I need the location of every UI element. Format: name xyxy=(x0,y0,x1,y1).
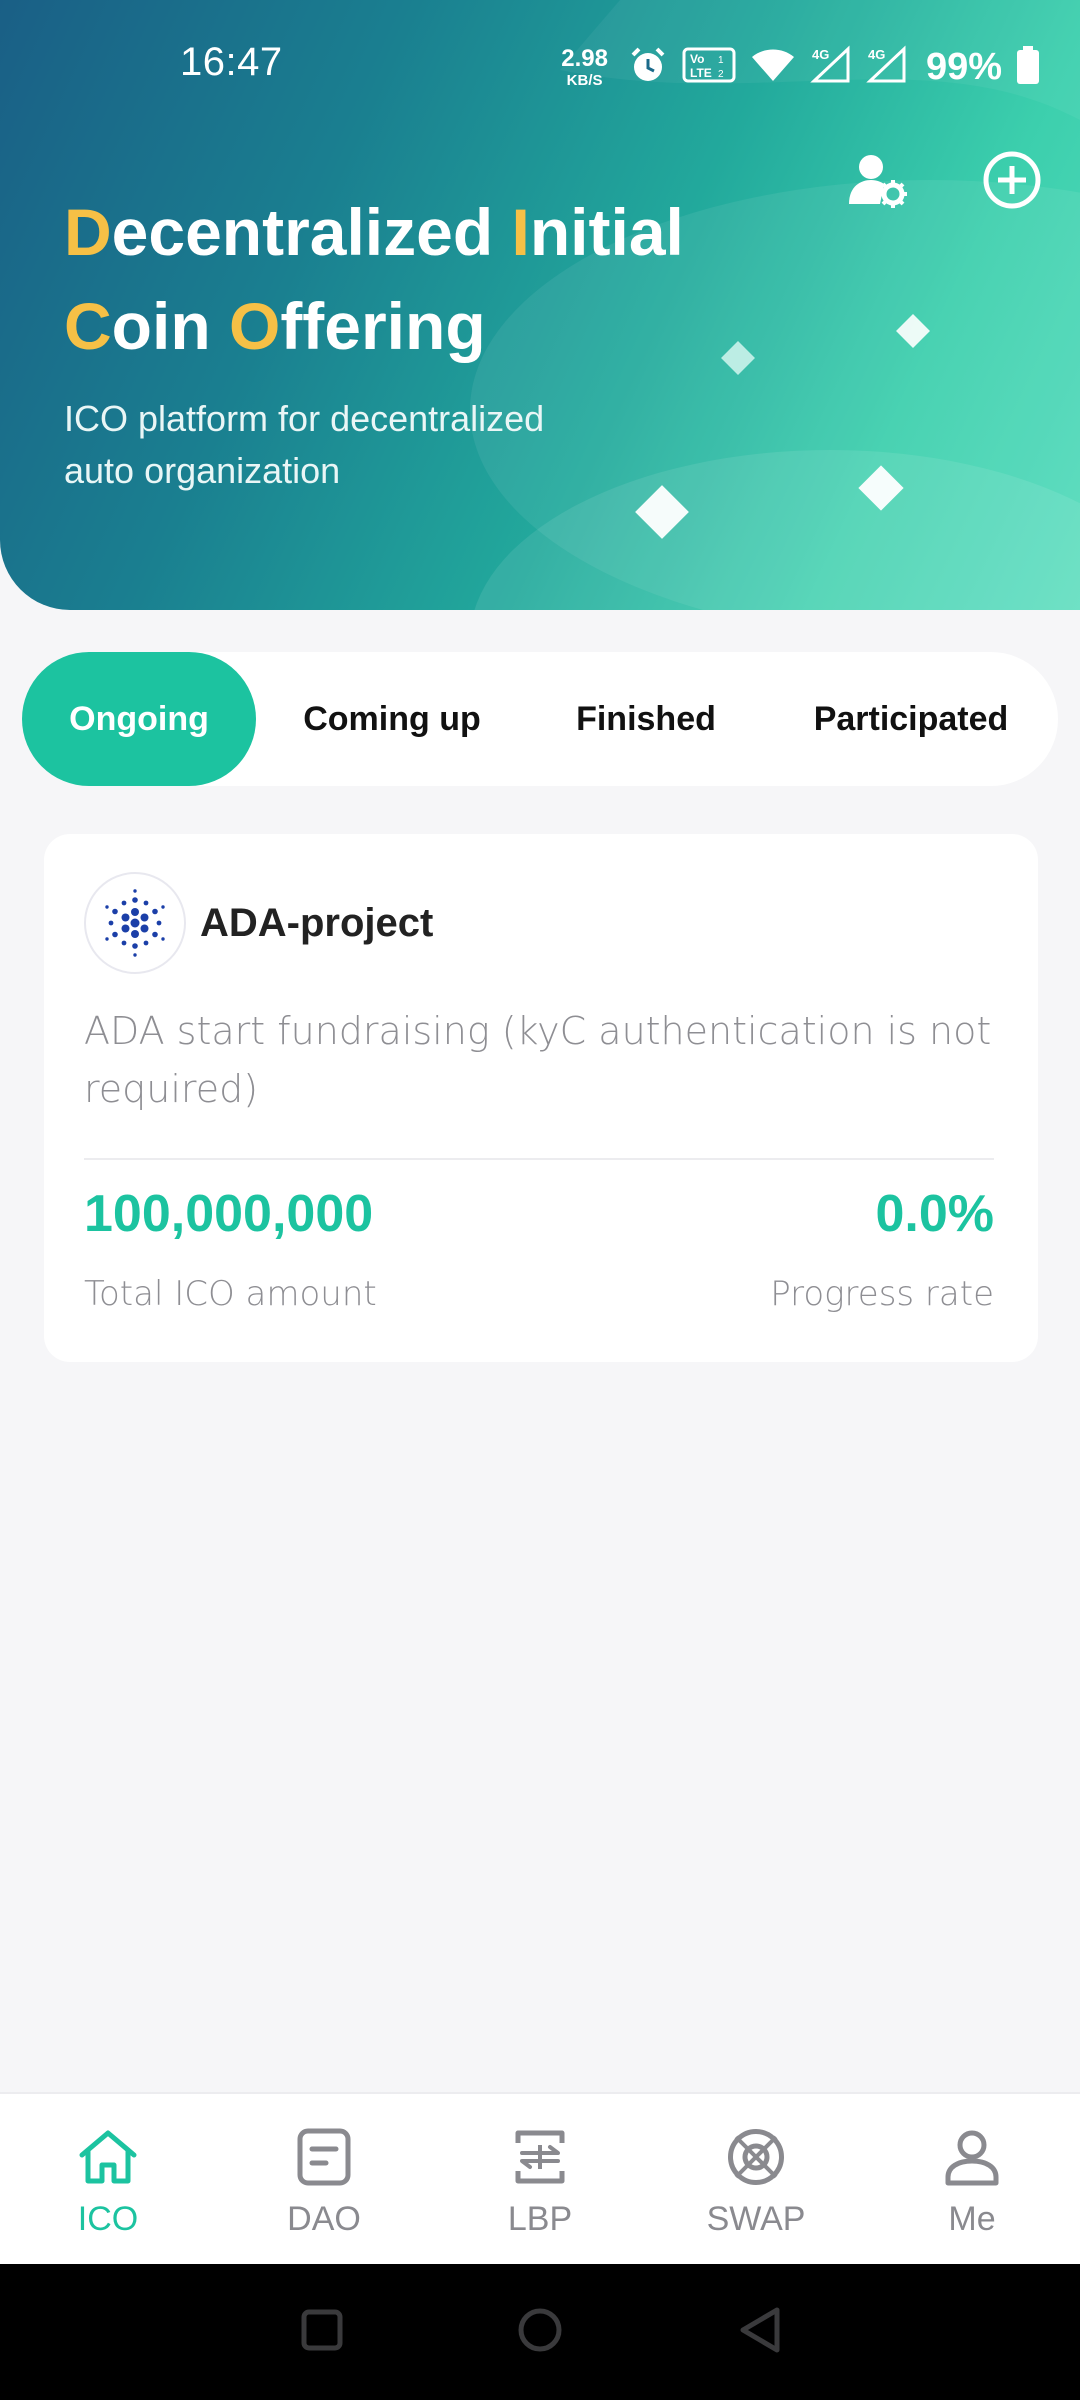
user-settings-icon xyxy=(847,152,909,213)
nav-item-me[interactable]: Me xyxy=(864,2094,1080,2264)
signal-icon: 4G xyxy=(810,45,852,90)
hero-banner: 16:47 2.98 KB/S Vo LTE 1 2 4G 4G 99% Dec… xyxy=(0,0,1080,610)
home-circle-icon xyxy=(516,2306,564,2359)
signal-1-label: 4G xyxy=(812,47,829,62)
hero-title: Decentralized Initial Coin Offering xyxy=(64,185,824,373)
system-navigation-bar xyxy=(0,2264,1080,2400)
hero-title-part: C xyxy=(64,289,112,363)
nav-label: ICO xyxy=(77,2200,139,2238)
svg-text:2: 2 xyxy=(718,69,724,80)
svg-text:1: 1 xyxy=(718,55,724,66)
svg-text:Vo: Vo xyxy=(690,52,704,66)
nav-label: SWAP xyxy=(706,2200,806,2238)
recents-icon xyxy=(300,2308,344,2357)
project-header: ADA-project xyxy=(84,872,433,974)
total-ico-amount-value: 100,000,000 xyxy=(84,1185,374,1243)
hero-title-part: O xyxy=(228,289,281,363)
tab-ongoing[interactable]: Ongoing xyxy=(22,652,256,786)
hero-title-part: ffering xyxy=(280,289,486,363)
nav-item-lbp[interactable]: LBP xyxy=(432,2094,648,2264)
home-icon xyxy=(73,2122,143,2192)
ico-home-screen: 16:47 2.98 KB/S Vo LTE 1 2 4G 4G 99% Dec… xyxy=(0,0,1080,2400)
svg-text:LTE: LTE xyxy=(690,66,712,80)
hero-actions xyxy=(846,150,1044,214)
hero-title-part: I xyxy=(511,195,530,269)
network-speed-unit: KB/S xyxy=(566,71,603,89)
tab-coming-up[interactable]: Coming up xyxy=(256,652,528,786)
nav-label: Me xyxy=(948,2200,996,2238)
tab-finished[interactable]: Finished xyxy=(528,652,764,786)
back-button[interactable] xyxy=(728,2300,792,2364)
signal-2-label: 4G xyxy=(868,47,885,62)
add-button[interactable] xyxy=(980,150,1044,214)
status-icons: 2.98 KB/S Vo LTE 1 2 4G 4G 99% xyxy=(561,42,1040,92)
nav-item-ico[interactable]: ICO xyxy=(0,2094,216,2264)
hero-title-part: ecentralized xyxy=(111,195,512,269)
back-icon xyxy=(737,2306,783,2359)
bottom-navigation: ICO DAO LBP SWAP Me xyxy=(0,2092,1080,2264)
battery-percent: 99% xyxy=(925,45,1002,88)
progress-rate-value: 0.0% xyxy=(875,1185,994,1243)
nav-item-swap[interactable]: SWAP xyxy=(648,2094,864,2264)
progress-rate-label: Progress rate xyxy=(770,1274,994,1314)
alarm-icon xyxy=(628,45,668,90)
card-divider xyxy=(84,1158,994,1160)
hero-subtitle: ICO platform for decentralized auto orga… xyxy=(64,398,545,491)
recents-button[interactable] xyxy=(290,2300,354,2364)
project-description: ADA start fundraising (kyC authenticatio… xyxy=(84,1009,992,1111)
volte-icon: Vo LTE 1 2 xyxy=(682,45,736,90)
project-card[interactable]: ADA-project ADA start fundraising (kyC a… xyxy=(44,834,1038,1362)
add-circle-icon xyxy=(982,150,1042,215)
nav-item-dao[interactable]: DAO xyxy=(216,2094,432,2264)
battery-icon xyxy=(1016,45,1040,90)
hero-title-part: oin xyxy=(111,289,229,363)
total-ico-amount-label: Total ICO amount xyxy=(84,1274,377,1314)
profile-icon xyxy=(937,2122,1007,2192)
wifi-icon xyxy=(750,45,796,90)
nav-label: LBP xyxy=(507,2200,573,2238)
status-time: 16:47 xyxy=(180,40,283,84)
document-icon xyxy=(289,2122,359,2192)
tab-participated[interactable]: Participated xyxy=(764,652,1058,786)
network-speed: 2.98 KB/S xyxy=(561,44,608,89)
project-name: ADA-project xyxy=(200,900,434,945)
cardano-logo-icon xyxy=(84,872,186,974)
user-settings-button[interactable] xyxy=(846,150,910,214)
status-bar: 16:47 2.98 KB/S Vo LTE 1 2 4G 4G 99% xyxy=(0,0,1080,135)
ico-status-tabs: Ongoing Coming up Finished Participated xyxy=(22,652,1058,786)
nav-label: DAO xyxy=(287,2200,361,2238)
exchange-icon xyxy=(505,2122,575,2192)
hero-title-part: D xyxy=(64,195,112,269)
signal-icon: 4G xyxy=(866,45,908,90)
swap-icon xyxy=(721,2122,791,2192)
network-speed-value: 2.98 xyxy=(561,44,608,72)
hero-title-part: nitial xyxy=(529,195,684,269)
home-system-button[interactable] xyxy=(508,2300,572,2364)
